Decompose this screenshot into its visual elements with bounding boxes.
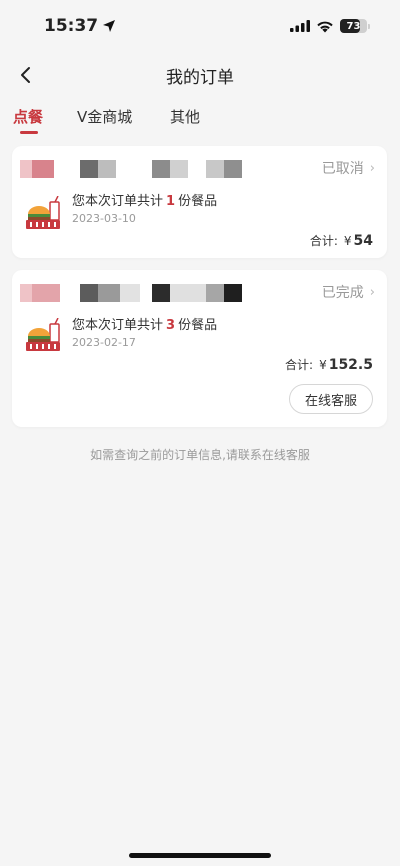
time-text: 15:37 (44, 16, 99, 36)
currency-symbol: ¥ (343, 234, 352, 248)
burger-meal-icon (26, 196, 60, 229)
nav-bar: 我的订单 (0, 52, 400, 98)
status-indicators: 73 (290, 19, 370, 33)
chevron-left-icon (21, 67, 30, 83)
store-name-redacted (20, 160, 280, 180)
order-card[interactable]: 已取消 › 您本次订单共计 1 份餐品 2023-03-10 合计: ¥ 54 (12, 146, 387, 258)
item-count: 1 (166, 194, 176, 209)
order-summary: 您本次订单共计 3 份餐品 (72, 318, 218, 333)
order-tabs: 点餐 V金商城 其他 (0, 100, 400, 136)
order-total: 合计: ¥ 54 (310, 232, 373, 249)
tab-dine[interactable]: 点餐 (13, 106, 43, 127)
chevron-right-icon: › (369, 284, 375, 300)
tab-other[interactable]: 其他 (170, 106, 200, 127)
status-bar: 15:37 73 (0, 0, 400, 52)
burger-meal-icon (26, 318, 60, 351)
back-button[interactable] (12, 62, 38, 88)
cellular-signal-icon (290, 20, 310, 32)
home-indicator[interactable] (129, 853, 271, 858)
order-total: 合计: ¥ 152.5 (285, 356, 373, 373)
page-title: 我的订单 (166, 67, 234, 88)
order-summary: 您本次订单共计 1 份餐品 (72, 194, 218, 209)
order-status[interactable]: 已取消 › (322, 158, 375, 178)
status-time: 15:37 (44, 16, 116, 36)
total-label: 合计: (309, 234, 338, 248)
currency-symbol: ¥ (319, 358, 327, 372)
store-name-redacted (20, 284, 280, 304)
order-status-label: 已完成 (321, 285, 364, 301)
total-label: 合计: (285, 358, 314, 372)
order-status[interactable]: 已完成 › (322, 282, 375, 302)
battery-percent: 73 (346, 20, 361, 32)
footer-note: 如需查询之前的订单信息,请联系在线客服 (90, 448, 310, 462)
tab-vgold-mall[interactable]: V金商城 (77, 106, 132, 127)
total-amount: 54 (353, 233, 373, 249)
battery-indicator: 73 (340, 19, 370, 33)
item-count: 3 (166, 318, 176, 333)
chevron-right-icon: › (369, 160, 375, 176)
location-arrow-icon (103, 20, 116, 32)
wifi-icon (317, 21, 333, 32)
order-card[interactable]: 已完成 › 您本次订单共计 3 份餐品 2023-02-17 合计: ¥ 152.5… (12, 270, 387, 427)
total-amount: 152.5 (328, 357, 373, 373)
active-tab-indicator (20, 131, 38, 134)
order-date: 2023-03-10 (72, 212, 136, 225)
online-service-button[interactable]: 在线客服 (289, 384, 373, 414)
order-date: 2023-02-17 (72, 336, 136, 349)
order-status-label: 已取消 (321, 161, 364, 177)
